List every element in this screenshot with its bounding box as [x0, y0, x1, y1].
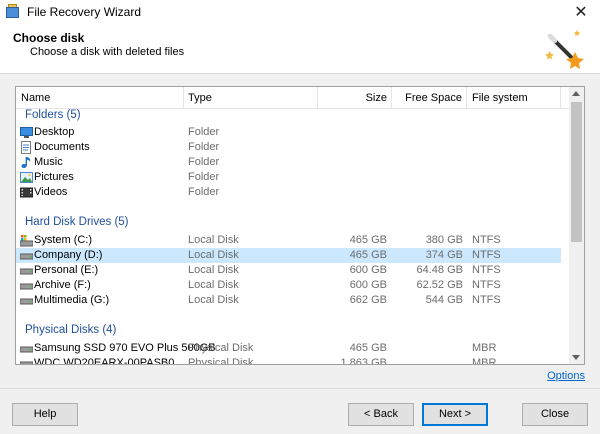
list-body: Folders (5) Desktop Folder Documents Fol…: [16, 109, 570, 364]
system-drive-icon: [20, 235, 33, 247]
list-item[interactable]: Desktop Folder: [16, 125, 561, 140]
vertical-scrollbar[interactable]: [569, 87, 584, 364]
scroll-up-icon[interactable]: [572, 91, 580, 96]
drive-icon: [20, 283, 33, 290]
page-subtitle: Choose a disk with deleted files: [30, 46, 185, 58]
next-button[interactable]: Next >: [422, 403, 488, 426]
column-type[interactable]: Type: [184, 87, 318, 109]
scroll-down-icon[interactable]: [572, 355, 580, 360]
list-item[interactable]: Documents Folder: [16, 140, 561, 155]
column-free-space[interactable]: Free Space: [392, 87, 467, 109]
list-item[interactable]: Pictures Folder: [16, 170, 561, 185]
group-hard-disk-drives: Hard Disk Drives (5): [25, 216, 129, 228]
list-item[interactable]: Personal (E:) Local Disk 600 GB 64.48 GB…: [16, 263, 561, 278]
list-item[interactable]: Archive (F:) Local Disk 600 GB 62.52 GB …: [16, 278, 561, 293]
close-icon[interactable]: ✕: [572, 2, 590, 22]
magic-wand-icon: [545, 30, 584, 69]
column-name[interactable]: Name: [16, 87, 184, 109]
desktop-icon: [20, 127, 33, 138]
scroll-thumb[interactable]: [571, 102, 582, 242]
page-title: Choose disk: [13, 31, 85, 45]
drive-icon: [20, 298, 33, 305]
group-physical-disks: Physical Disks (4): [25, 324, 117, 336]
drive-icon: [20, 268, 33, 275]
help-button[interactable]: Help: [12, 403, 78, 426]
column-header: Name Type Size Free Space File system: [16, 87, 570, 109]
drive-icon: [20, 346, 33, 353]
drive-icon: [20, 361, 33, 364]
close-button[interactable]: Close: [522, 403, 588, 426]
pictures-icon: [20, 172, 33, 183]
app-icon: [5, 4, 21, 20]
music-icon: [21, 157, 31, 168]
window-title: File Recovery Wizard: [27, 5, 142, 19]
back-button[interactable]: < Back: [348, 403, 414, 426]
list-item[interactable]: Company (D:) Local Disk 465 GB 374 GB NT…: [16, 248, 561, 263]
videos-icon: [20, 187, 33, 198]
list-item[interactable]: Samsung SSD 970 EVO Plus 500GB Physical …: [16, 341, 561, 356]
group-folders: Folders (5): [25, 109, 81, 121]
wizard-header: Choose disk Choose a disk with deleted f…: [0, 24, 600, 74]
column-file-system[interactable]: File system: [467, 87, 561, 109]
list-item[interactable]: Music Folder: [16, 155, 561, 170]
options-link[interactable]: Options: [547, 370, 585, 382]
footer-divider: [0, 388, 600, 389]
list-item[interactable]: WDC WD20EARX-00PASB0 Physical Disk 1,863…: [16, 356, 561, 364]
list-item[interactable]: System (C:) Local Disk 465 GB 380 GB NTF…: [16, 233, 561, 248]
drive-icon: [20, 253, 33, 260]
title-bar: File Recovery Wizard ✕: [0, 0, 600, 24]
documents-icon: [21, 141, 31, 154]
list-item[interactable]: Videos Folder: [16, 185, 561, 200]
disk-list[interactable]: Name Type Size Free Space File system Fo…: [15, 86, 585, 365]
list-item[interactable]: Multimedia (G:) Local Disk 662 GB 544 GB…: [16, 293, 561, 308]
column-size[interactable]: Size: [318, 87, 392, 109]
